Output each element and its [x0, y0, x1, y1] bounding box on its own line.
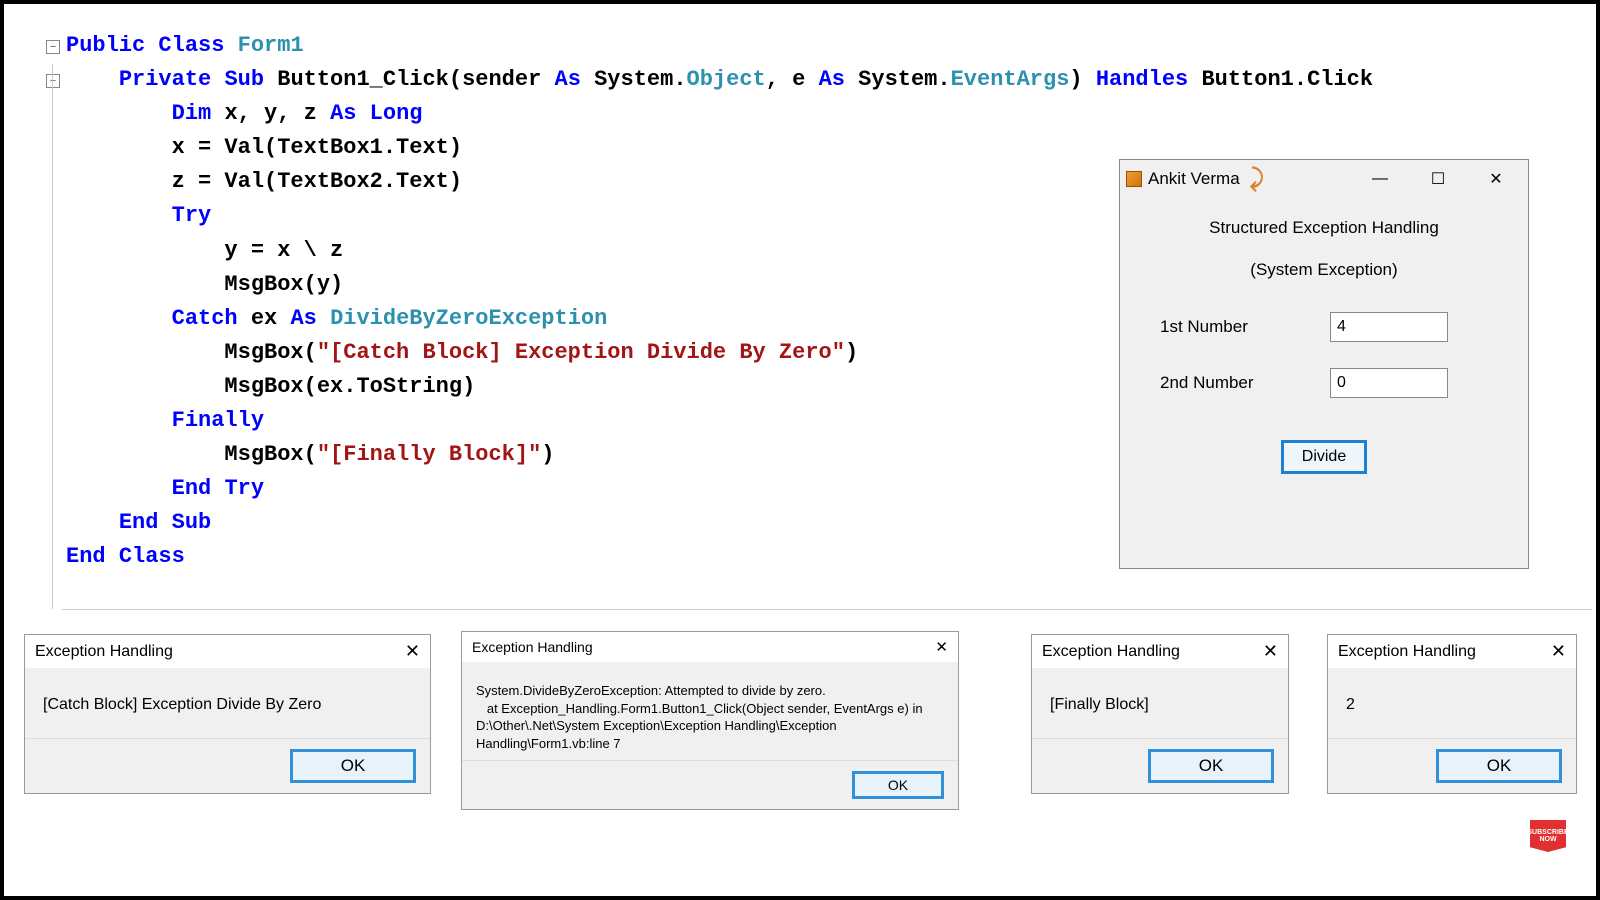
input-first-number[interactable] [1330, 312, 1448, 342]
close-icon[interactable]: ✕ [1551, 641, 1566, 662]
code-line[interactable]: Dim x, y, z As Long [46, 97, 1586, 131]
window-title: Ankit Verma [1148, 169, 1240, 189]
minimize-icon[interactable]: — [1362, 165, 1398, 193]
msgbox-title: Exception Handling [472, 639, 593, 655]
msgbox-catch: Exception Handling ✕ [Catch Block] Excep… [24, 634, 431, 794]
label-first-number: 1st Number [1160, 317, 1310, 337]
ok-button[interactable]: OK [1436, 749, 1562, 783]
ok-button[interactable]: OK [852, 771, 944, 799]
msgbox-result: Exception Handling ✕ 2 OK [1327, 634, 1577, 794]
msgbox-title: Exception Handling [35, 643, 173, 661]
close-icon[interactable]: ✕ [405, 641, 420, 662]
msgbox-body: 2 [1328, 668, 1576, 738]
msgbox-exception-detail: Exception Handling ✕ System.DivideByZero… [461, 631, 959, 810]
msgbox-body: [Catch Block] Exception Divide By Zero [25, 668, 430, 738]
msgbox-title: Exception Handling [1042, 643, 1180, 661]
maximize-icon[interactable]: ☐ [1420, 165, 1456, 193]
subscribe-badge[interactable]: SUBSCRIBE NOW [1530, 820, 1566, 852]
close-icon[interactable]: ✕ [935, 638, 948, 656]
window-title-bar[interactable]: Ankit Verma ⤸ — ☐ ✕ [1120, 160, 1528, 198]
msgbox-finally: Exception Handling ✕ [Finally Block] OK [1031, 634, 1289, 794]
label-second-number: 2nd Number [1160, 373, 1310, 393]
code-line[interactable]: Public Class Form1 [46, 29, 1586, 63]
form-heading: Structured Exception Handling [1120, 218, 1528, 238]
code-line[interactable]: Private Sub Button1_Click(sender As Syst… [46, 63, 1586, 97]
input-second-number[interactable] [1330, 368, 1448, 398]
app-window-ankit-verma: Ankit Verma ⤸ — ☐ ✕ Structured Exception… [1119, 159, 1529, 569]
close-icon[interactable]: ✕ [1263, 641, 1278, 662]
app-icon [1126, 171, 1142, 187]
msgbox-body: System.DivideByZeroException: Attempted … [462, 662, 958, 760]
ok-button[interactable]: OK [290, 749, 416, 783]
form-subheading: (System Exception) [1120, 260, 1528, 280]
divide-button[interactable]: Divide [1281, 440, 1367, 474]
msgbox-body: [Finally Block] [1032, 668, 1288, 738]
msgbox-title: Exception Handling [1338, 643, 1476, 661]
divider [62, 609, 1592, 610]
ok-button[interactable]: OK [1148, 749, 1274, 783]
annotation-arrow: ⤸ [1250, 165, 1264, 193]
close-icon[interactable]: ✕ [1478, 165, 1514, 193]
